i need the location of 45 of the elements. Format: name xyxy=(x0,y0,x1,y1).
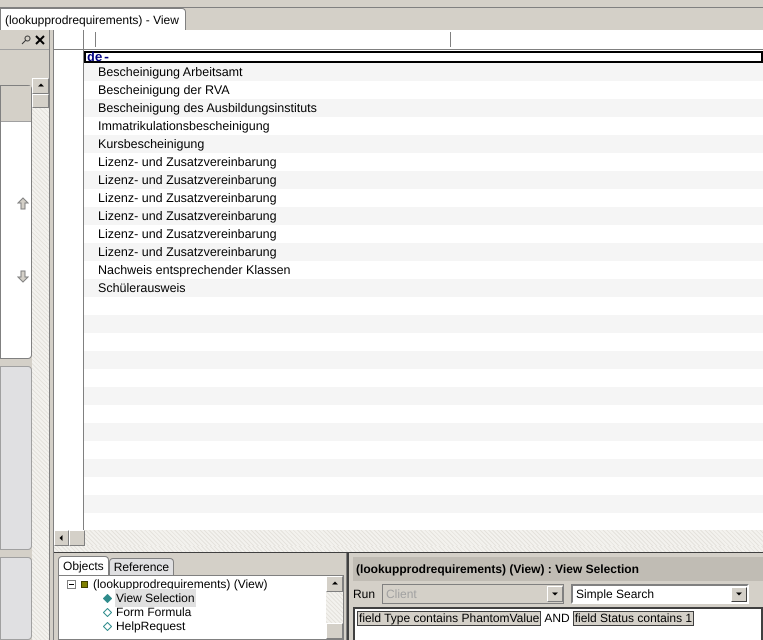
horizontal-scrollbar[interactable] xyxy=(54,530,763,546)
list-row[interactable]: Kursbescheinigung xyxy=(84,135,763,153)
row-label: Bescheinigung des Ausbildungsinstituts xyxy=(98,100,317,117)
row-label: Immatrikulationsbescheinigung xyxy=(98,118,270,135)
run-label: Run xyxy=(353,586,376,603)
scroll-thumb[interactable] xyxy=(32,94,49,108)
search-type-dropdown[interactable]: Simple Search xyxy=(571,584,750,604)
row-label: Schülerausweis xyxy=(98,280,186,297)
scrollbar[interactable] xyxy=(32,78,49,640)
close-icon[interactable] xyxy=(35,34,45,44)
tree-item[interactable]: View Selection xyxy=(115,589,196,607)
row-label: Nachweis entsprechender Klassen xyxy=(98,262,290,279)
row-label: Bescheinigung Arbeitsamt xyxy=(98,64,243,81)
scroll-thumb[interactable] xyxy=(326,623,343,639)
dropdown-caret-icon[interactable] xyxy=(735,590,744,598)
list-row[interactable]: Lizenz- und Zusatzvereinbarung xyxy=(84,207,763,225)
scroll-thumb[interactable] xyxy=(69,530,85,546)
panel-tab[interactable]: Objects xyxy=(58,556,109,575)
list-row[interactable]: Schülerausweis xyxy=(84,279,763,297)
condition-chip[interactable]: field Status contains 1 xyxy=(572,611,694,626)
expander-icon[interactable] xyxy=(67,580,76,588)
arrow-up-icon[interactable] xyxy=(17,197,29,210)
view-icon xyxy=(81,580,88,588)
row-label: Lizenz- und Zusatzvereinbarung xyxy=(98,244,277,261)
row-label: Bescheinigung der RVA xyxy=(98,82,230,99)
panel-tab[interactable]: Reference xyxy=(108,558,174,575)
row-label: Lizenz- und Zusatzvereinbarung xyxy=(98,226,277,243)
list-row[interactable]: Bescheinigung des Ausbildungsinstituts xyxy=(84,99,763,117)
row-label: Lizenz- und Zusatzvereinbarung xyxy=(98,172,277,189)
scroll-left-icon[interactable] xyxy=(58,534,66,542)
list-row[interactable]: Lizenz- und Zusatzvereinbarung xyxy=(84,171,763,189)
panel-title: (lookupprodrequirements) (View) : View Selection xyxy=(353,557,763,581)
document-tab[interactable]: (lookupprodrequirements) - View xyxy=(0,8,186,30)
formula-box[interactable]: field Type contains PhantomValue AND field Status contains 1 xyxy=(353,607,763,640)
operator-label: AND xyxy=(544,611,570,626)
list-row[interactable]: Bescheinigung Arbeitsamt xyxy=(84,63,763,81)
row-label: Lizenz- und Zusatzvereinbarung xyxy=(98,208,277,225)
row-label: Lizenz- und Zusatzvereinbarung xyxy=(98,190,277,207)
condition-chip[interactable]: field Type contains PhantomValue xyxy=(357,611,542,626)
row-label: Kursbescheinigung xyxy=(98,136,204,153)
row-label: Lizenz- und Zusatzvereinbarung xyxy=(98,154,277,171)
arrow-down-icon[interactable] xyxy=(17,270,29,283)
list-row[interactable]: Lizenz- und Zusatzvereinbarung xyxy=(84,243,763,261)
scrollbar[interactable] xyxy=(326,576,343,639)
category-row[interactable]: de- xyxy=(84,51,763,63)
